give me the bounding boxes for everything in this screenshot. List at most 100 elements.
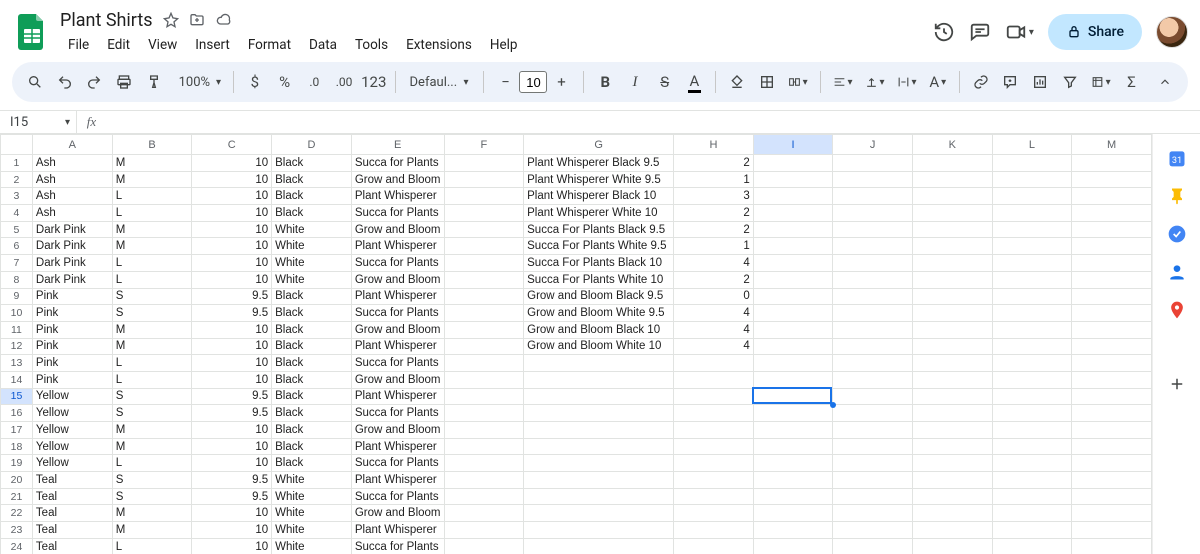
cell-M11[interactable]	[1072, 321, 1152, 338]
cell-F22[interactable]	[444, 505, 524, 522]
cell-D7[interactable]: White	[272, 255, 352, 272]
row-header[interactable]: 9	[1, 288, 33, 305]
cell-J8[interactable]	[833, 271, 913, 288]
cell-K22[interactable]	[912, 505, 992, 522]
col-header-J[interactable]: J	[833, 135, 913, 155]
col-header-L[interactable]: L	[992, 135, 1072, 155]
cell-F23[interactable]	[444, 522, 524, 539]
link-icon[interactable]	[968, 68, 994, 96]
cell-D5[interactable]: White	[272, 221, 352, 238]
cell-E7[interactable]: Succa for Plants	[351, 255, 444, 272]
menu-format[interactable]: Format	[240, 33, 299, 57]
cell-J23[interactable]	[833, 522, 913, 539]
cell-D17[interactable]: Black	[272, 422, 352, 439]
undo-icon[interactable]	[52, 68, 78, 96]
cell-G15[interactable]	[524, 388, 674, 405]
cell-I9[interactable]	[753, 288, 833, 305]
row-header[interactable]: 23	[1, 522, 33, 539]
redo-icon[interactable]	[81, 68, 107, 96]
cell-G4[interactable]: Plant Whisperer White 10	[524, 205, 674, 222]
cell-M14[interactable]	[1072, 371, 1152, 388]
cell-F2[interactable]	[444, 171, 524, 188]
cell-J13[interactable]	[833, 355, 913, 372]
cell-D13[interactable]: Black	[272, 355, 352, 372]
account-avatar[interactable]	[1156, 16, 1188, 48]
formula-input[interactable]	[106, 111, 1200, 133]
cell-D23[interactable]: White	[272, 522, 352, 539]
cell-B17[interactable]: M	[112, 422, 192, 439]
cell-H3[interactable]: 3	[674, 188, 754, 205]
cell-A5[interactable]: Dark Pink	[32, 221, 112, 238]
cell-D3[interactable]: Black	[272, 188, 352, 205]
cell-B3[interactable]: L	[112, 188, 192, 205]
cell-B10[interactable]: S	[112, 305, 192, 322]
cell-L17[interactable]	[992, 422, 1072, 439]
cell-J17[interactable]	[833, 422, 913, 439]
cell-I19[interactable]	[753, 455, 833, 472]
cell-E1[interactable]: Succa for Plants	[351, 155, 444, 172]
cell-J5[interactable]	[833, 221, 913, 238]
cell-C21[interactable]: 9.5	[192, 488, 272, 505]
currency-icon[interactable]: $	[242, 68, 268, 96]
cell-I22[interactable]	[753, 505, 833, 522]
halign-icon[interactable]: ▾	[829, 68, 857, 96]
cell-B11[interactable]: M	[112, 321, 192, 338]
cell-G14[interactable]	[524, 371, 674, 388]
cell-K23[interactable]	[912, 522, 992, 539]
cell-K20[interactable]	[912, 472, 992, 489]
cell-J11[interactable]	[833, 321, 913, 338]
col-header-M[interactable]: M	[1072, 135, 1152, 155]
cell-M21[interactable]	[1072, 488, 1152, 505]
cell-B22[interactable]: M	[112, 505, 192, 522]
cell-G8[interactable]: Succa For Plants White 10	[524, 271, 674, 288]
cell-J19[interactable]	[833, 455, 913, 472]
cell-C23[interactable]: 10	[192, 522, 272, 539]
row-header[interactable]: 17	[1, 422, 33, 439]
cell-I14[interactable]	[753, 371, 833, 388]
cell-A19[interactable]: Yellow	[32, 455, 112, 472]
wrap-icon[interactable]: ▾	[893, 68, 921, 96]
cell-L9[interactable]	[992, 288, 1072, 305]
more-formats-icon[interactable]: 123	[361, 68, 387, 96]
cell-D4[interactable]: Black	[272, 205, 352, 222]
cell-J16[interactable]	[833, 405, 913, 422]
col-header-I[interactable]: I	[753, 135, 833, 155]
comments-icon[interactable]	[969, 21, 991, 43]
cell-I20[interactable]	[753, 472, 833, 489]
cell-F16[interactable]	[444, 405, 524, 422]
cell-K12[interactable]	[912, 338, 992, 355]
cell-A16[interactable]: Yellow	[32, 405, 112, 422]
zoom-select[interactable]: 100%▾	[171, 75, 225, 90]
menu-help[interactable]: Help	[482, 33, 526, 57]
cell-K3[interactable]	[912, 188, 992, 205]
sheets-logo[interactable]	[12, 12, 52, 52]
cell-E22[interactable]: Grow and Bloom	[351, 505, 444, 522]
cell-K24[interactable]	[912, 538, 992, 554]
cell-M13[interactable]	[1072, 355, 1152, 372]
cell-E18[interactable]: Plant Whisperer	[351, 438, 444, 455]
row-header[interactable]: 20	[1, 472, 33, 489]
cell-H10[interactable]: 4	[674, 305, 754, 322]
cell-A11[interactable]: Pink	[32, 321, 112, 338]
functions-icon[interactable]: Σ	[1119, 68, 1145, 96]
cell-F17[interactable]	[444, 422, 524, 439]
row-header[interactable]: 22	[1, 505, 33, 522]
cell-J22[interactable]	[833, 505, 913, 522]
cell-M16[interactable]	[1072, 405, 1152, 422]
cell-A24[interactable]: Teal	[32, 538, 112, 554]
row-header[interactable]: 2	[1, 171, 33, 188]
cell-F24[interactable]	[444, 538, 524, 554]
cell-D9[interactable]: Black	[272, 288, 352, 305]
cell-C17[interactable]: 10	[192, 422, 272, 439]
row-header[interactable]: 3	[1, 188, 33, 205]
cell-J4[interactable]	[833, 205, 913, 222]
cell-E10[interactable]: Succa for Plants	[351, 305, 444, 322]
cell-D1[interactable]: Black	[272, 155, 352, 172]
cell-M6[interactable]	[1072, 238, 1152, 255]
cell-G24[interactable]	[524, 538, 674, 554]
cell-C19[interactable]: 10	[192, 455, 272, 472]
print-icon[interactable]	[111, 68, 137, 96]
cell-K9[interactable]	[912, 288, 992, 305]
cloud-status-icon[interactable]	[215, 12, 233, 28]
menu-insert[interactable]: Insert	[187, 33, 238, 57]
